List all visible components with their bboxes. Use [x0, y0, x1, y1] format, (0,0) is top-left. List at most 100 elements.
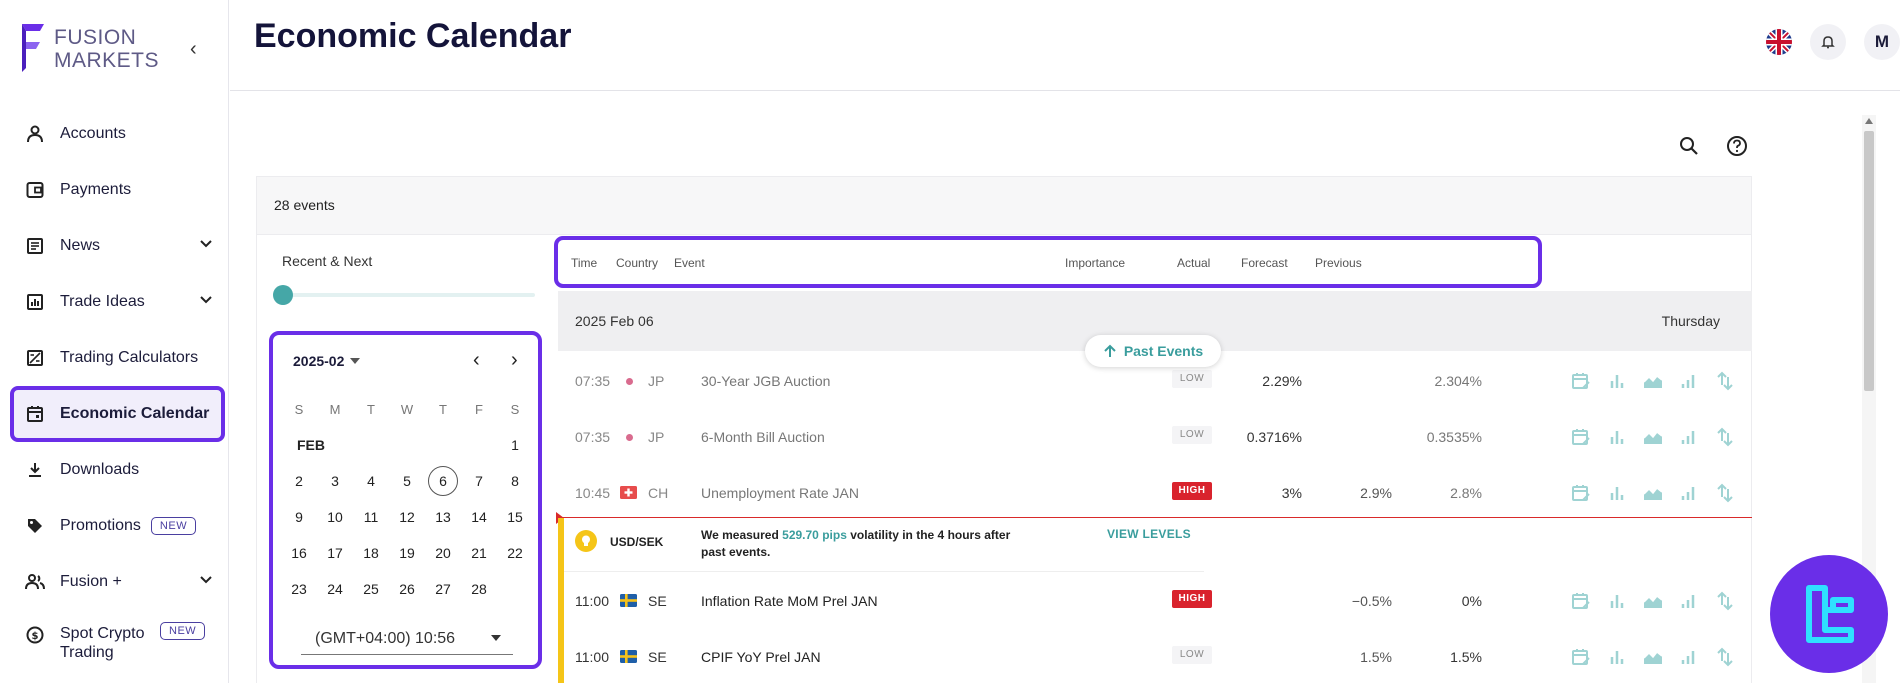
area-chart-icon[interactable]	[1641, 481, 1665, 505]
sidebar-item-trade-ideas[interactable]: Trade Ideas	[10, 274, 225, 330]
collapse-sidebar-button[interactable]: ‹	[190, 38, 197, 61]
sort-arrows-icon[interactable]	[1713, 369, 1737, 393]
signal-chart-icon[interactable]	[1677, 369, 1701, 393]
sidebar-item-accounts[interactable]: Accounts	[10, 106, 225, 162]
add-to-calendar-icon[interactable]	[1569, 369, 1593, 393]
range-slider-thumb[interactable]	[273, 285, 293, 305]
scrollbar-thumb[interactable]	[1864, 131, 1874, 391]
calendar-day[interactable]: 19	[389, 535, 425, 571]
calendar-day-selected[interactable]: 6	[425, 463, 461, 499]
calendar-day[interactable]: 12	[389, 499, 425, 535]
column-header-actual[interactable]: Actual	[1177, 256, 1210, 270]
calendar-day[interactable]: 7	[461, 463, 497, 499]
month-select[interactable]: 2025-02	[293, 353, 361, 369]
calendar-day[interactable]: 25	[353, 571, 389, 607]
calendar-day[interactable]: 1	[497, 427, 533, 463]
brand-logo[interactable]: FUSION MARKETS	[18, 22, 159, 74]
signal-chart-icon[interactable]	[1677, 589, 1701, 613]
area-chart-icon[interactable]	[1641, 425, 1665, 449]
column-header-event[interactable]: Event	[674, 256, 705, 270]
past-events-button[interactable]: Past Events	[1085, 335, 1221, 367]
calendar-day[interactable]: 26	[389, 571, 425, 607]
timezone-select[interactable]: (GMT+04:00) 10:56	[301, 627, 513, 655]
prev-month-button[interactable]: ‹	[473, 349, 480, 372]
calendar-day[interactable]: 17	[317, 535, 353, 571]
signal-chart-icon[interactable]	[1677, 481, 1701, 505]
calendar-day[interactable]: 23	[281, 571, 317, 607]
sort-arrows-icon[interactable]	[1713, 589, 1737, 613]
help-button[interactable]	[1723, 132, 1751, 160]
event-country: SE	[648, 649, 667, 665]
sidebar-item-label: News	[60, 237, 101, 254]
sidebar-item-fusion-plus[interactable]: Fusion +	[10, 554, 225, 610]
event-name: CPIF YoY Prel JAN	[701, 649, 821, 665]
table-row[interactable]: 11:00 SE CPIF YoY Prel JAN LOW 1.5% 1.5%	[558, 629, 1752, 683]
tag-icon	[24, 515, 46, 537]
range-label: Recent & Next	[282, 253, 373, 269]
calendar-day[interactable]: 16	[281, 535, 317, 571]
calendar-day[interactable]: 18	[353, 535, 389, 571]
bar-chart-icon[interactable]	[1605, 481, 1629, 505]
user-avatar-button[interactable]: M	[1864, 24, 1900, 60]
sort-arrows-icon[interactable]	[1713, 645, 1737, 669]
scroll-up-arrow-icon[interactable]	[1865, 118, 1873, 124]
calendar-day[interactable]: 4	[353, 463, 389, 499]
signal-chart-icon[interactable]	[1677, 425, 1701, 449]
language-flag-button[interactable]	[1766, 29, 1792, 55]
table-row[interactable]: 10:45 CH Unemployment Rate JAN HIGH 3% 2…	[558, 465, 1752, 521]
table-row[interactable]: 11:00 SE Inflation Rate MoM Prel JAN HIG…	[558, 573, 1752, 629]
bar-chart-icon[interactable]	[1605, 425, 1629, 449]
column-header-country[interactable]: Country	[616, 256, 658, 270]
calendar-day[interactable]: 3	[317, 463, 353, 499]
calendar-day[interactable]: 10	[317, 499, 353, 535]
sidebar-item-economic-calendar[interactable]: Economic Calendar	[10, 386, 225, 442]
calendar-day[interactable]: 21	[461, 535, 497, 571]
calendar-day[interactable]: 13	[425, 499, 461, 535]
view-levels-link[interactable]: VIEW LEVELS	[1107, 527, 1191, 541]
sort-arrows-icon[interactable]	[1713, 481, 1737, 505]
column-header-forecast[interactable]: Forecast	[1241, 256, 1288, 270]
column-header-time[interactable]: Time	[571, 256, 597, 270]
calendar-day[interactable]: 24	[317, 571, 353, 607]
sidebar-item-news[interactable]: News	[10, 218, 225, 274]
calendar-day[interactable]: 20	[425, 535, 461, 571]
add-to-calendar-icon[interactable]	[1569, 589, 1593, 613]
next-month-button[interactable]: ›	[511, 349, 518, 372]
calendar-day[interactable]: 27	[425, 571, 461, 607]
notifications-button[interactable]	[1810, 24, 1846, 60]
table-row[interactable]: 07:35 JP 6-Month Bill Auction LOW 0.3716…	[558, 409, 1752, 465]
area-chart-icon[interactable]	[1641, 369, 1665, 393]
sidebar-item-trading-calculators[interactable]: Trading Calculators	[10, 330, 225, 386]
bar-chart-icon[interactable]	[1605, 645, 1629, 669]
calendar-day[interactable]: 9	[281, 499, 317, 535]
range-slider-track[interactable]	[277, 293, 535, 297]
wallet-icon	[24, 179, 46, 201]
japan-flag-icon	[626, 434, 633, 441]
calendar-day[interactable]: 22	[497, 535, 533, 571]
calendar-day[interactable]: 8	[497, 463, 533, 499]
bar-chart-icon[interactable]	[1605, 369, 1629, 393]
area-chart-icon[interactable]	[1641, 589, 1665, 613]
calendar-day[interactable]: 11	[353, 499, 389, 535]
add-to-calendar-icon[interactable]	[1569, 645, 1593, 669]
column-header-importance[interactable]: Importance	[1065, 256, 1125, 270]
sidebar-item-downloads[interactable]: Downloads	[10, 442, 225, 498]
calendar-day[interactable]: 14	[461, 499, 497, 535]
column-header-previous[interactable]: Previous	[1315, 256, 1362, 270]
sort-arrows-icon[interactable]	[1713, 425, 1737, 449]
event-name: 30-Year JGB Auction	[701, 373, 831, 389]
bar-chart-icon[interactable]	[1605, 589, 1629, 613]
sidebar-item-promotions[interactable]: Promotions NEW	[10, 498, 225, 554]
area-chart-icon[interactable]	[1641, 645, 1665, 669]
add-to-calendar-icon[interactable]	[1569, 481, 1593, 505]
calendar-day[interactable]: 15	[497, 499, 533, 535]
signal-chart-icon[interactable]	[1677, 645, 1701, 669]
add-to-calendar-icon[interactable]	[1569, 425, 1593, 449]
calendar-day[interactable]: 5	[389, 463, 425, 499]
calendar-day[interactable]: 28	[461, 571, 497, 607]
sidebar-item-spot-crypto-trading[interactable]: $ Spot Crypto Trading NEW	[10, 610, 225, 676]
sidebar-item-payments[interactable]: Payments	[10, 162, 225, 218]
search-button[interactable]	[1675, 132, 1703, 160]
help-icon	[1727, 136, 1747, 156]
calendar-day[interactable]: 2	[281, 463, 317, 499]
